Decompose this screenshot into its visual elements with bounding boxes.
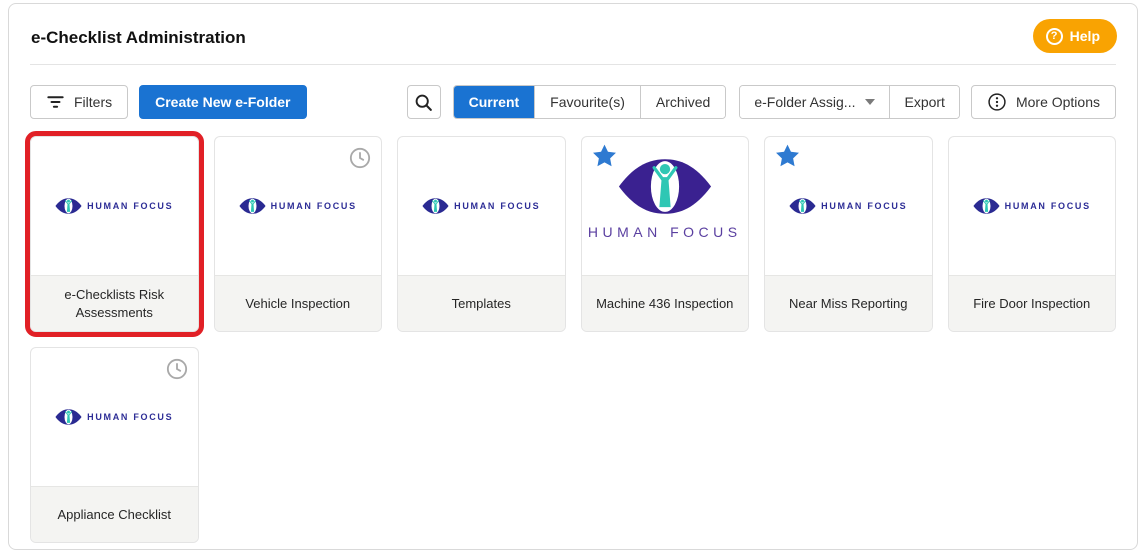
efolder-card[interactable]: HUMAN FOCUS Vehicle Inspection — [214, 136, 383, 332]
folder-assignment-dropdown-label: e-Folder Assig... — [754, 94, 855, 110]
filter-icon — [46, 94, 65, 110]
efolder-card[interactable]: HUMAN FOCUS Templates — [397, 136, 566, 332]
human-focus-eye-icon — [973, 198, 1000, 214]
human-focus-logo-small: HUMAN FOCUS — [789, 198, 907, 214]
card-label: Vehicle Inspection — [215, 275, 382, 331]
card-label: Machine 436 Inspection — [582, 275, 749, 331]
create-new-efolder-button[interactable]: Create New e-Folder — [139, 85, 306, 119]
tab-archived[interactable]: Archived — [641, 86, 725, 118]
human-focus-eye-icon — [239, 198, 266, 214]
card-logo-area: HUMAN FOCUS — [949, 137, 1116, 275]
human-focus-logo-small: HUMAN FOCUS — [239, 198, 357, 214]
human-focus-eye-icon — [422, 198, 449, 214]
human-focus-logo-small: HUMAN FOCUS — [55, 409, 173, 425]
card-label: Near Miss Reporting — [765, 275, 932, 331]
toolbar: Filters Create New e-Folder Current Favo… — [9, 65, 1137, 119]
human-focus-wordmark: HUMAN FOCUS — [821, 201, 907, 211]
human-focus-eye-icon — [789, 198, 816, 214]
card-label: e-Checklists Risk Assessments — [31, 275, 198, 331]
star-icon — [775, 143, 800, 168]
folder-assign-export-group: e-Folder Assig... Export — [739, 85, 960, 119]
efolder-card[interactable]: HUMAN FOCUS Fire Door Inspection — [948, 136, 1117, 332]
card-logo-area: HUMAN FOCUS — [31, 137, 198, 275]
tab-favourite-s-[interactable]: Favourite(s) — [535, 86, 641, 118]
human-focus-logo-small: HUMAN FOCUS — [973, 198, 1091, 214]
card-logo-area: HUMAN FOCUS — [31, 348, 198, 486]
card-logo-area: HUMAN FOCUS — [765, 137, 932, 275]
card-label: Fire Door Inspection — [949, 275, 1116, 331]
card-label: Templates — [398, 275, 565, 331]
human-focus-wordmark: HUMAN FOCUS — [588, 224, 742, 240]
human-focus-logo-large: HUMAN FOCUS — [588, 158, 742, 240]
efolder-card[interactable]: HUMAN FOCUS Appliance Checklist — [30, 347, 199, 543]
search-button[interactable] — [407, 85, 441, 119]
help-button-label: Help — [1070, 28, 1100, 44]
efolder-card[interactable]: HUMAN FOCUS e-Checklists Risk Assessment… — [30, 136, 199, 332]
page-header: e-Checklist Administration ? Help — [9, 4, 1137, 64]
tab-current[interactable]: Current — [454, 86, 536, 118]
human-focus-eye-icon — [618, 158, 712, 215]
efolder-card[interactable]: HUMAN FOCUS Machine 436 Inspection — [581, 136, 750, 332]
human-focus-wordmark: HUMAN FOCUS — [87, 412, 173, 422]
page-title: e-Checklist Administration — [31, 28, 1115, 48]
chevron-down-icon — [865, 99, 875, 105]
help-question-icon: ? — [1046, 28, 1063, 45]
star-icon — [592, 143, 617, 168]
card-logo-area: HUMAN FOCUS — [215, 137, 382, 275]
help-button[interactable]: ? Help — [1033, 19, 1117, 53]
clock-icon — [349, 147, 371, 169]
filters-button[interactable]: Filters — [30, 85, 128, 119]
human-focus-wordmark: HUMAN FOCUS — [1005, 201, 1091, 211]
card-grid: HUMAN FOCUS e-Checklists Risk Assessment… — [30, 136, 1116, 543]
main-panel: e-Checklist Administration ? Help Filter… — [8, 3, 1138, 550]
view-tab-group: Current Favourite(s) Archived — [453, 85, 727, 119]
human-focus-logo-small: HUMAN FOCUS — [55, 198, 173, 214]
human-focus-eye-icon — [55, 198, 82, 214]
folder-assignment-dropdown[interactable]: e-Folder Assig... — [740, 86, 889, 118]
card-logo-area: HUMAN FOCUS — [398, 137, 565, 275]
search-icon — [414, 93, 433, 112]
human-focus-logo-small: HUMAN FOCUS — [422, 198, 540, 214]
human-focus-eye-icon — [55, 409, 82, 425]
human-focus-wordmark: HUMAN FOCUS — [87, 201, 173, 211]
human-focus-wordmark: HUMAN FOCUS — [271, 201, 357, 211]
more-options-button[interactable]: More Options — [971, 85, 1116, 119]
export-button[interactable]: Export — [889, 86, 958, 118]
card-logo-area: HUMAN FOCUS — [582, 137, 749, 275]
more-options-label: More Options — [1016, 94, 1100, 110]
filters-button-label: Filters — [74, 94, 112, 110]
more-options-icon — [987, 92, 1007, 112]
clock-icon — [166, 358, 188, 380]
efolder-card[interactable]: HUMAN FOCUS Near Miss Reporting — [764, 136, 933, 332]
human-focus-wordmark: HUMAN FOCUS — [454, 201, 540, 211]
card-label: Appliance Checklist — [31, 486, 198, 542]
